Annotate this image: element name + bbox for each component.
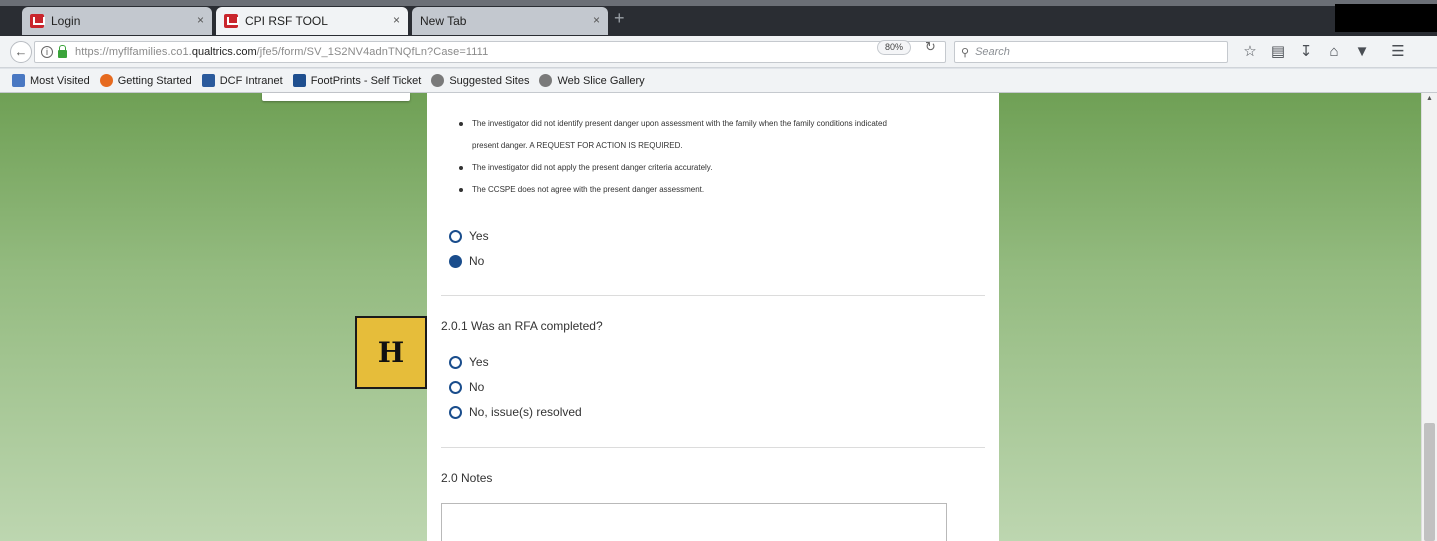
reading-list-icon[interactable]: ▤ <box>1264 42 1292 62</box>
url-host: qualtrics.com <box>191 46 257 58</box>
dropdown-popup-edge <box>262 93 410 101</box>
reload-icon[interactable]: ↻ <box>925 39 936 55</box>
tab-login[interactable]: Login × <box>22 7 212 35</box>
tab-strip-top-edge <box>0 0 1437 6</box>
q2-option-yes[interactable]: Yes <box>449 355 489 369</box>
firefox-icon <box>99 74 113 87</box>
bookmark-most-visited[interactable]: Most Visited <box>12 74 90 87</box>
list-item: The investigator did not apply the prese… <box>457 157 987 179</box>
tab-label: New Tab <box>420 14 467 28</box>
scrollbar-thumb[interactable] <box>1424 423 1435 541</box>
close-icon[interactable]: × <box>593 13 600 27</box>
page-background: The investigator did not identify presen… <box>0 93 1437 541</box>
url-prefix: https://myflfamilies.co1. <box>75 46 192 58</box>
tab-label: CPI RSF TOOL <box>245 14 328 28</box>
home-icon[interactable]: ⌂ <box>1320 42 1348 62</box>
radio-button[interactable] <box>449 355 462 369</box>
menu-icon[interactable]: ☰ <box>1384 42 1412 62</box>
question-title: 2.0.1 Was an RFA completed? <box>441 319 603 333</box>
survey-panel: The investigator did not identify presen… <box>427 93 999 541</box>
pocket-icon[interactable]: ▼ <box>1348 42 1376 62</box>
lock-icon <box>58 45 67 58</box>
scrollbar[interactable]: ▲ <box>1421 93 1437 541</box>
qualtrics-favicon-icon <box>30 14 45 28</box>
q2-option-no[interactable]: No <box>449 380 484 394</box>
notes-title: 2.0 Notes <box>441 471 493 485</box>
bookmark-web-slice-gallery[interactable]: Web Slice Gallery <box>539 74 645 87</box>
search-input[interactable]: ⚲ Search <box>954 41 1228 63</box>
bookmarks-bar: Most Visited Getting Started DCF Intrane… <box>0 69 1437 93</box>
zoom-level[interactable]: 80% <box>877 40 912 55</box>
scroll-up-arrow-icon[interactable]: ▲ <box>1426 95 1433 102</box>
bookmark-label: Suggested Sites <box>449 74 530 87</box>
annotation-marker: H <box>355 316 427 389</box>
tab-new-tab[interactable]: New Tab × <box>412 7 608 35</box>
close-icon[interactable]: × <box>197 13 204 27</box>
tab-strip: Login × CPI RSF TOOL × New Tab × + <box>0 0 1437 36</box>
option-label: Yes <box>469 355 489 369</box>
list-item: The investigator did not identify presen… <box>457 113 987 135</box>
ie-globe-icon <box>539 74 553 87</box>
toolbar-icons: ☆ ▤ ↧ ⌂ ▼ ☰ <box>1236 42 1412 62</box>
notes-textarea[interactable] <box>441 503 947 541</box>
download-icon[interactable]: ↧ <box>1292 42 1320 62</box>
window-controls-area <box>1335 4 1437 32</box>
bullet-list: The investigator did not identify presen… <box>457 113 987 201</box>
footprints-icon <box>292 74 306 87</box>
q1-option-no[interactable]: No <box>449 254 484 268</box>
option-label: No <box>469 254 485 268</box>
option-label: No, issue(s) resolved <box>469 405 582 419</box>
bookmark-suggested-sites[interactable]: Suggested Sites <box>431 74 529 87</box>
radio-button[interactable] <box>449 229 462 243</box>
list-item-continuation: present danger. A REQUEST FOR ACTION IS … <box>472 141 683 150</box>
bookmarks-folder-icon <box>12 74 25 87</box>
info-icon[interactable]: i <box>41 46 53 58</box>
radio-button[interactable] <box>449 405 462 419</box>
bookmark-getting-started[interactable]: Getting Started <box>99 74 192 87</box>
bookmark-label: Web Slice Gallery <box>557 74 645 87</box>
search-icon: ⚲ <box>961 46 970 59</box>
tab-label: Login <box>51 14 81 28</box>
ie-globe-icon <box>431 74 445 87</box>
qualtrics-favicon-icon <box>224 14 239 28</box>
new-tab-button[interactable]: + <box>614 8 625 29</box>
dcf-icon <box>201 74 215 87</box>
divider <box>441 447 985 448</box>
bookmark-label: FootPrints - Self Ticket <box>310 74 422 87</box>
address-bar[interactable]: i https://myflfamilies.co1. qualtrics.com… <box>34 41 946 63</box>
back-arrow-icon[interactable]: ← <box>10 41 32 63</box>
list-item: The CCSPE does not agree with the presen… <box>457 179 987 201</box>
radio-button[interactable] <box>449 380 462 394</box>
bookmark-label: DCF Intranet <box>219 74 283 87</box>
search-placeholder: Search <box>975 46 1010 58</box>
close-icon[interactable]: × <box>393 13 400 27</box>
navigation-toolbar: ← i https://myflfamilies.co1. qualtrics.c… <box>0 36 1437 68</box>
q1-option-yes[interactable]: Yes <box>449 229 489 243</box>
divider <box>441 295 985 296</box>
bookmark-label: Getting Started <box>117 74 192 87</box>
q2-option-no-resolved[interactable]: No, issue(s) resolved <box>449 405 582 419</box>
bookmark-dcf-intranet[interactable]: DCF Intranet <box>201 74 283 87</box>
option-label: Yes <box>469 229 489 243</box>
option-label: No <box>469 380 485 394</box>
bookmark-footprints[interactable]: FootPrints - Self Ticket <box>292 74 422 87</box>
radio-button-checked[interactable] <box>449 254 462 268</box>
url-path: /jfe5/form/SV_1S2NV4adnTNQfLn?Case=1111 <box>256 46 489 58</box>
tab-cpi-rsf-tool[interactable]: CPI RSF TOOL × <box>216 7 408 35</box>
bookmark-label: Most Visited <box>30 74 90 87</box>
bookmark-star-icon[interactable]: ☆ <box>1236 42 1264 62</box>
